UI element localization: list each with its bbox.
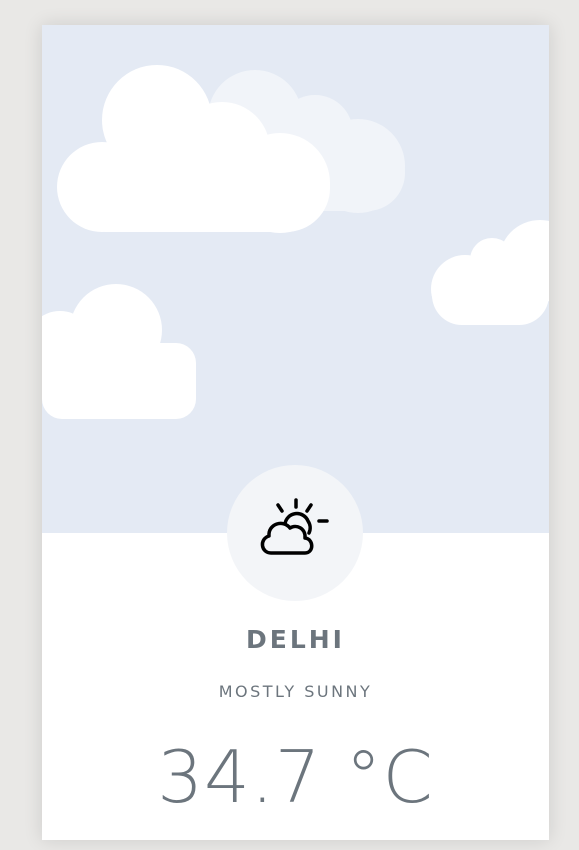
sky-background [42,25,549,533]
weather-card: DELHI MOSTLY SUNNY 34.7 °C [42,25,549,840]
cloud-left [42,284,196,419]
city-name: DELHI [246,625,345,654]
partly-cloudy-sun-icon [260,498,329,555]
clouds-illustration [42,65,549,419]
weather-icon-container [227,465,363,601]
cloud-right [431,220,549,325]
temperature: 34.7 °C [157,735,434,819]
weather-condition: MOSTLY SUNNY [218,682,373,701]
